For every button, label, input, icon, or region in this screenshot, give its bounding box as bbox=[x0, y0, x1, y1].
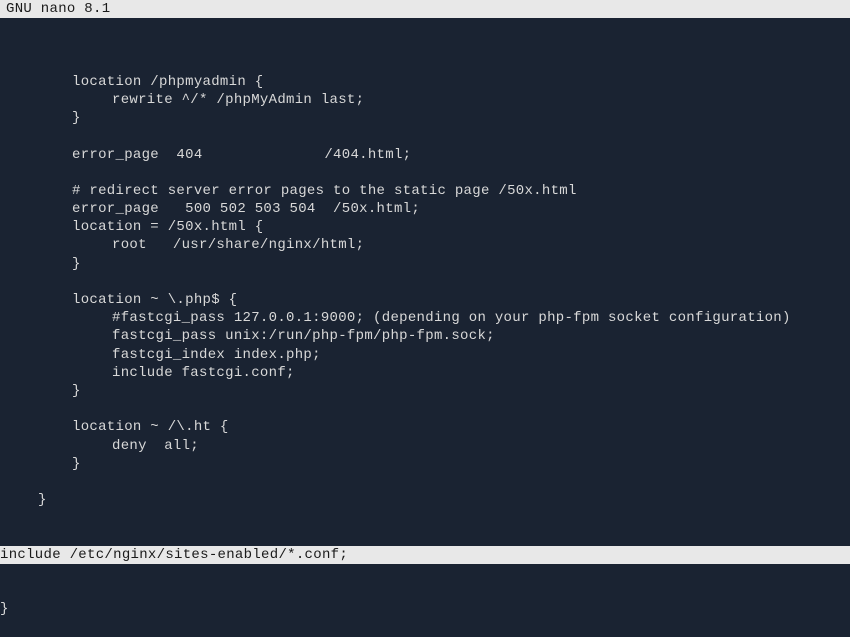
code-line[interactable]: } bbox=[38, 491, 850, 509]
code-line[interactable]: location ~ /\.ht { bbox=[72, 418, 850, 436]
code-line[interactable]: } bbox=[0, 600, 850, 618]
code-line[interactable] bbox=[0, 273, 850, 291]
code-line[interactable] bbox=[0, 164, 850, 182]
code-line[interactable]: # redirect server error pages to the sta… bbox=[72, 182, 850, 200]
cursor-line[interactable]: include /etc/nginx/sites-enabled/*.conf; bbox=[0, 546, 850, 564]
code-line[interactable]: location = /50x.html { bbox=[72, 218, 850, 236]
editor-content[interactable]: location /phpmyadmin {rewrite ^/* /phpMy… bbox=[0, 18, 850, 636]
code-line[interactable] bbox=[0, 127, 850, 145]
code-line[interactable]: deny all; bbox=[112, 437, 850, 455]
code-line[interactable]: location ~ \.php$ { bbox=[72, 291, 850, 309]
code-line[interactable]: #fastcgi_pass 127.0.0.1:9000; (depending… bbox=[112, 309, 850, 327]
code-line[interactable]: include fastcgi.conf; bbox=[112, 364, 850, 382]
code-line[interactable]: fastcgi_index index.php; bbox=[112, 346, 850, 364]
code-line[interactable] bbox=[0, 400, 850, 418]
title-bar: GNU nano 8.1 bbox=[0, 0, 850, 18]
code-line[interactable]: } bbox=[72, 255, 850, 273]
code-line[interactable] bbox=[0, 473, 850, 491]
code-line[interactable]: } bbox=[72, 109, 850, 127]
code-line[interactable]: } bbox=[72, 382, 850, 400]
code-line[interactable]: location /phpmyadmin { bbox=[72, 73, 850, 91]
code-line[interactable]: fastcgi_pass unix:/run/php-fpm/php-fpm.s… bbox=[112, 327, 850, 345]
code-line[interactable]: } bbox=[72, 455, 850, 473]
code-line[interactable]: rewrite ^/* /phpMyAdmin last; bbox=[112, 91, 850, 109]
code-line[interactable]: error_page 404 /404.html; bbox=[72, 146, 850, 164]
code-line[interactable] bbox=[0, 55, 850, 73]
code-line[interactable]: root /usr/share/nginx/html; bbox=[112, 236, 850, 254]
code-line[interactable]: error_page 500 502 503 504 /50x.html; bbox=[72, 200, 850, 218]
